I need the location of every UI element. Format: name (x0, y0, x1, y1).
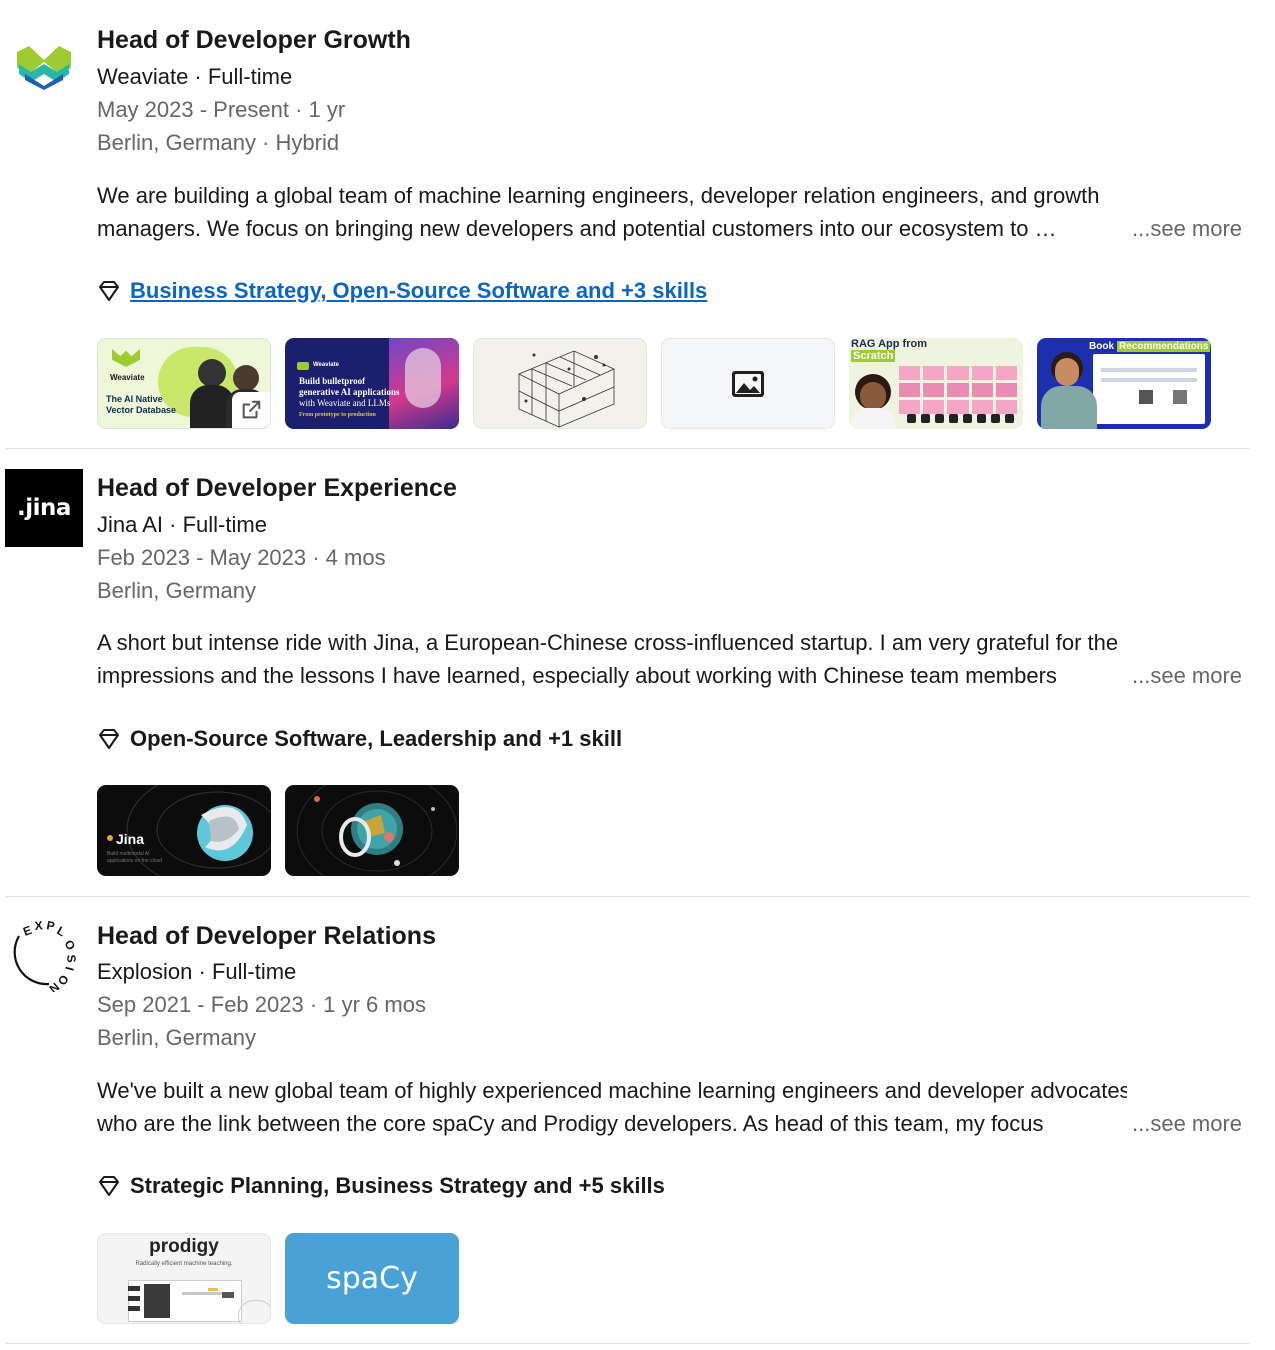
description-line: We've built a new global team of highly … (97, 1078, 1127, 1103)
media-caption: The AI Native (106, 394, 163, 404)
experience-entry-jina: .jina Head of Developer Experience Jina … (0, 450, 1275, 898)
media-thumbnail[interactable]: prodigy Radically efficient machine teac… (97, 1233, 271, 1324)
divider (5, 896, 1250, 897)
description: We've built a new global team of highly … (97, 1074, 1127, 1140)
external-link-icon[interactable] (232, 392, 270, 428)
job-title: Head of Developer Growth (97, 26, 411, 54)
media-thumbnail[interactable]: Book Recommendations (1037, 338, 1211, 429)
svg-text:E: E (21, 923, 33, 939)
logo-text: .jina (17, 495, 71, 521)
description: A short but intense ride with Jina, a Eu… (97, 626, 1127, 692)
media-title: Recommendations (1117, 341, 1211, 352)
media-thumbnail[interactable] (661, 338, 835, 429)
media-brand: Jina (116, 831, 145, 847)
company-line: Explosion · Full-time (97, 959, 297, 984)
media-caption: generative AI applications (299, 387, 400, 397)
skills-text[interactable]: Open-Source Software, Leadership and +1 … (130, 726, 622, 752)
skills-row: Strategic Planning, Business Strategy an… (97, 1173, 665, 1199)
media-caption: Radically efficient machine teaching. (135, 1261, 233, 1267)
diamond-icon (99, 281, 119, 301)
date-range: Sep 2021 - Feb 2023 · 1 yr 6 mos (97, 992, 426, 1017)
divider (5, 448, 1250, 449)
description-line: We are building a global team of machine… (97, 183, 1100, 208)
experience-entry-explosion: E X P L O S I O N Head of Developer Rela… (0, 898, 1275, 1350)
diamond-icon (99, 729, 119, 749)
description-line: who are the link between the core spaCy … (97, 1111, 1044, 1136)
media-thumbnail[interactable]: Jina Build multimodal AI applications on… (97, 785, 271, 876)
media-thumbnail[interactable] (285, 785, 459, 876)
media-caption: Build multimodal AI applications on the … (107, 851, 163, 864)
description-line: A short but intense ride with Jina, a Eu… (97, 630, 1119, 655)
experience-entry-weaviate: Head of Developer Growth Weaviate · Full… (0, 0, 1275, 450)
media-title: RAG App from (851, 338, 927, 350)
media-caption: with Weaviate and LLMs (299, 398, 391, 408)
media-title: Book (1089, 341, 1114, 352)
location: Berlin, Germany (97, 578, 256, 603)
image-icon (732, 370, 764, 397)
media-thumbnail[interactable]: RAG App from Scratch (849, 338, 1023, 429)
media-title: Scratch (851, 350, 896, 362)
media-thumbnail[interactable]: Weaviate Build bulletproof generative AI… (285, 338, 459, 429)
description: We are building a global team of machine… (97, 179, 1127, 245)
date-range: May 2023 - Present · 1 yr (97, 97, 346, 122)
job-title: Head of Developer Relations (97, 922, 436, 950)
media-gallery: Jina Build multimodal AI applications on… (97, 785, 459, 876)
media-gallery: prodigy Radically efficient machine teac… (97, 1233, 459, 1324)
description-line: managers. We focus on bringing new devel… (97, 216, 1057, 241)
divider (5, 1343, 1250, 1344)
media-thumbnail[interactable] (473, 338, 647, 429)
weaviate-logo[interactable] (5, 28, 83, 106)
skills-link[interactable]: Business Strategy, Open-Source Software … (130, 278, 707, 304)
media-title: spaCy (326, 1261, 418, 1296)
company-line: Weaviate · Full-time (97, 64, 293, 89)
svg-text:P: P (45, 918, 55, 933)
orbit-illustration (296, 785, 458, 876)
media-brand: Weaviate (110, 373, 145, 382)
explosion-icon: E X P L O S I O N (13, 918, 79, 996)
diamond-icon (99, 1176, 119, 1196)
skills-row: Business Strategy, Open-Source Software … (97, 278, 707, 304)
media-caption: From prototype to production (299, 412, 376, 418)
description-line: impressions and the lessons I have learn… (97, 663, 1057, 688)
svg-text:S: S (64, 954, 79, 963)
svg-text:O: O (61, 938, 78, 953)
location: Berlin, Germany · Hybrid (97, 130, 340, 155)
location: Berlin, Germany (97, 1025, 256, 1050)
media-thumbnail[interactable]: spaCy (285, 1233, 459, 1324)
explosion-logo[interactable]: E X P L O S I O N (5, 914, 83, 996)
date-range: Feb 2023 - May 2023 · 4 mos (97, 545, 386, 570)
media-title: prodigy (149, 1236, 219, 1257)
vector-space-illustration (518, 350, 615, 428)
see-more-link[interactable]: ...see more (1132, 663, 1242, 689)
media-caption: Vector Database (106, 405, 177, 415)
media-thumbnail[interactable]: Weaviate The AI Native Vector Database (97, 338, 271, 429)
job-title: Head of Developer Experience (97, 474, 457, 502)
see-more-link[interactable]: ...see more (1132, 216, 1242, 242)
svg-text:I: I (62, 965, 76, 972)
skills-row: Open-Source Software, Leadership and +1 … (97, 726, 622, 752)
company-line: Jina AI · Full-time (97, 512, 267, 537)
see-more-link[interactable]: ...see more (1132, 1111, 1242, 1137)
media-brand: Weaviate (313, 362, 339, 368)
skills-text[interactable]: Strategic Planning, Business Strategy an… (130, 1173, 665, 1199)
media-gallery: Weaviate The AI Native Vector Database W… (97, 338, 1211, 429)
jina-logo[interactable]: .jina (5, 469, 83, 547)
svg-text:L: L (55, 923, 68, 939)
media-caption: Build bulletproof (299, 376, 366, 386)
svg-text:X: X (34, 918, 43, 933)
